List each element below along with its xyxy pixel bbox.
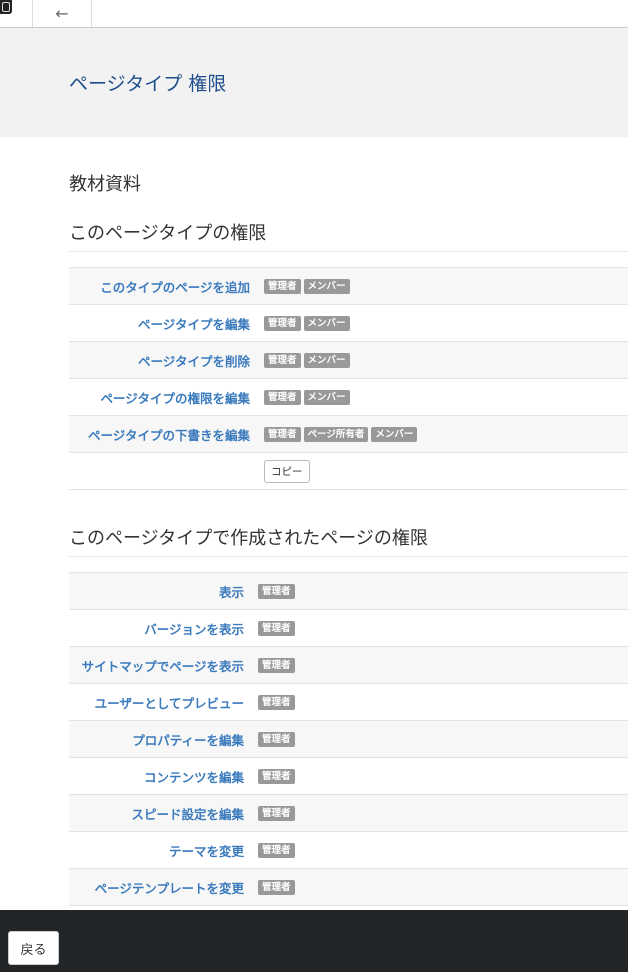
back-button[interactable]: 戻る <box>8 931 59 965</box>
access-badge: メンバー <box>303 316 350 331</box>
access-badge: 管理者 <box>264 353 301 368</box>
permission-label[interactable]: このタイプのページを追加 <box>100 280 250 295</box>
access-badge: メンバー <box>371 427 418 442</box>
access-badge: 管理者 <box>258 880 295 895</box>
table-row: バージョンを表示 管理者 <box>69 609 628 647</box>
permission-label[interactable]: ユーザーとしてプレビュー <box>95 696 244 711</box>
copy-row: コピー <box>69 452 628 490</box>
table-row: ページタイプを削除 管理者 メンバー <box>69 341 628 379</box>
permission-label[interactable]: ページタイプを削除 <box>138 354 250 369</box>
arrow-left-icon: ← <box>55 4 69 23</box>
access-badge: 管理者 <box>264 279 301 294</box>
page-title: ページタイプ 権限 <box>69 73 227 95</box>
page-header: ページタイプ 権限 <box>0 28 628 137</box>
access-badge: 管理者 <box>258 695 295 710</box>
table-row: ページテンプレートを変更 管理者 <box>69 868 628 906</box>
access-badge: ページ所有者 <box>303 427 369 442</box>
access-badge: 管理者 <box>264 427 301 442</box>
table-row: スピード設定を編集 管理者 <box>69 794 628 832</box>
footer-bar: 戻る <box>0 910 628 972</box>
top-toolbar: ← <box>0 0 628 28</box>
page-permissions-table: 表示 管理者 バージョンを表示 管理者 サイトマップでページを表示 管理者 ユー… <box>69 572 628 906</box>
copy-button[interactable]: コピー <box>264 459 310 483</box>
section-title-page-permissions: このページタイプで作成されたページの権限 <box>69 524 628 557</box>
permission-label[interactable]: プロパティーを編集 <box>132 733 244 748</box>
permission-label[interactable]: スピード設定を編集 <box>131 807 244 822</box>
permission-label[interactable]: コンテンツを編集 <box>144 770 244 785</box>
table-row: プロパティーを編集 管理者 <box>69 720 628 758</box>
table-row: サイトマップでページを表示 管理者 <box>69 646 628 684</box>
permission-label[interactable]: サイトマップでページを表示 <box>82 659 244 674</box>
table-row: コンテンツを編集 管理者 <box>69 757 628 795</box>
table-row: ページタイプの権限を編集 管理者 メンバー <box>69 378 628 416</box>
access-badge: 管理者 <box>258 806 295 821</box>
access-badge: 管理者 <box>264 390 301 405</box>
access-badge: 管理者 <box>258 621 295 636</box>
back-arrow-button[interactable]: ← <box>32 0 92 27</box>
permission-label[interactable]: ページテンプレートを変更 <box>95 881 244 896</box>
access-badge: 管理者 <box>258 769 295 784</box>
logo-icon[interactable] <box>0 0 12 14</box>
table-row: ページタイプの下書きを編集 管理者 ページ所有者 メンバー <box>69 415 628 453</box>
permission-label[interactable]: ページタイプの権限を編集 <box>100 391 250 406</box>
permission-label[interactable]: テーマを変更 <box>169 844 244 859</box>
page-type-permissions-table: このタイプのページを追加 管理者 メンバー ページタイプを編集 管理者 メンバー ペ… <box>69 267 628 490</box>
permission-label[interactable]: ページタイプの下書きを編集 <box>88 428 250 443</box>
access-badge: 管理者 <box>258 732 295 747</box>
section-title-page-type-permissions: このページタイプの権限 <box>69 219 628 252</box>
access-badge: メンバー <box>303 279 350 294</box>
table-row: ページタイプを編集 管理者 メンバー <box>69 304 628 342</box>
permission-label[interactable]: 表示 <box>219 585 244 600</box>
access-badge: メンバー <box>303 390 350 405</box>
table-row: ユーザーとしてプレビュー 管理者 <box>69 683 628 721</box>
permission-label[interactable]: ページタイプを編集 <box>138 317 250 332</box>
access-badge: 管理者 <box>264 316 301 331</box>
access-badge: 管理者 <box>258 658 295 673</box>
table-row: 表示 管理者 <box>69 572 628 610</box>
page-type-name: 教材資料 <box>69 174 141 195</box>
table-row: このタイプのページを追加 管理者 メンバー <box>69 267 628 305</box>
permission-label[interactable]: バージョンを表示 <box>144 622 244 637</box>
access-badge: メンバー <box>303 353 350 368</box>
access-badge: 管理者 <box>258 843 295 858</box>
table-row: テーマを変更 管理者 <box>69 831 628 869</box>
access-badge: 管理者 <box>258 584 295 599</box>
